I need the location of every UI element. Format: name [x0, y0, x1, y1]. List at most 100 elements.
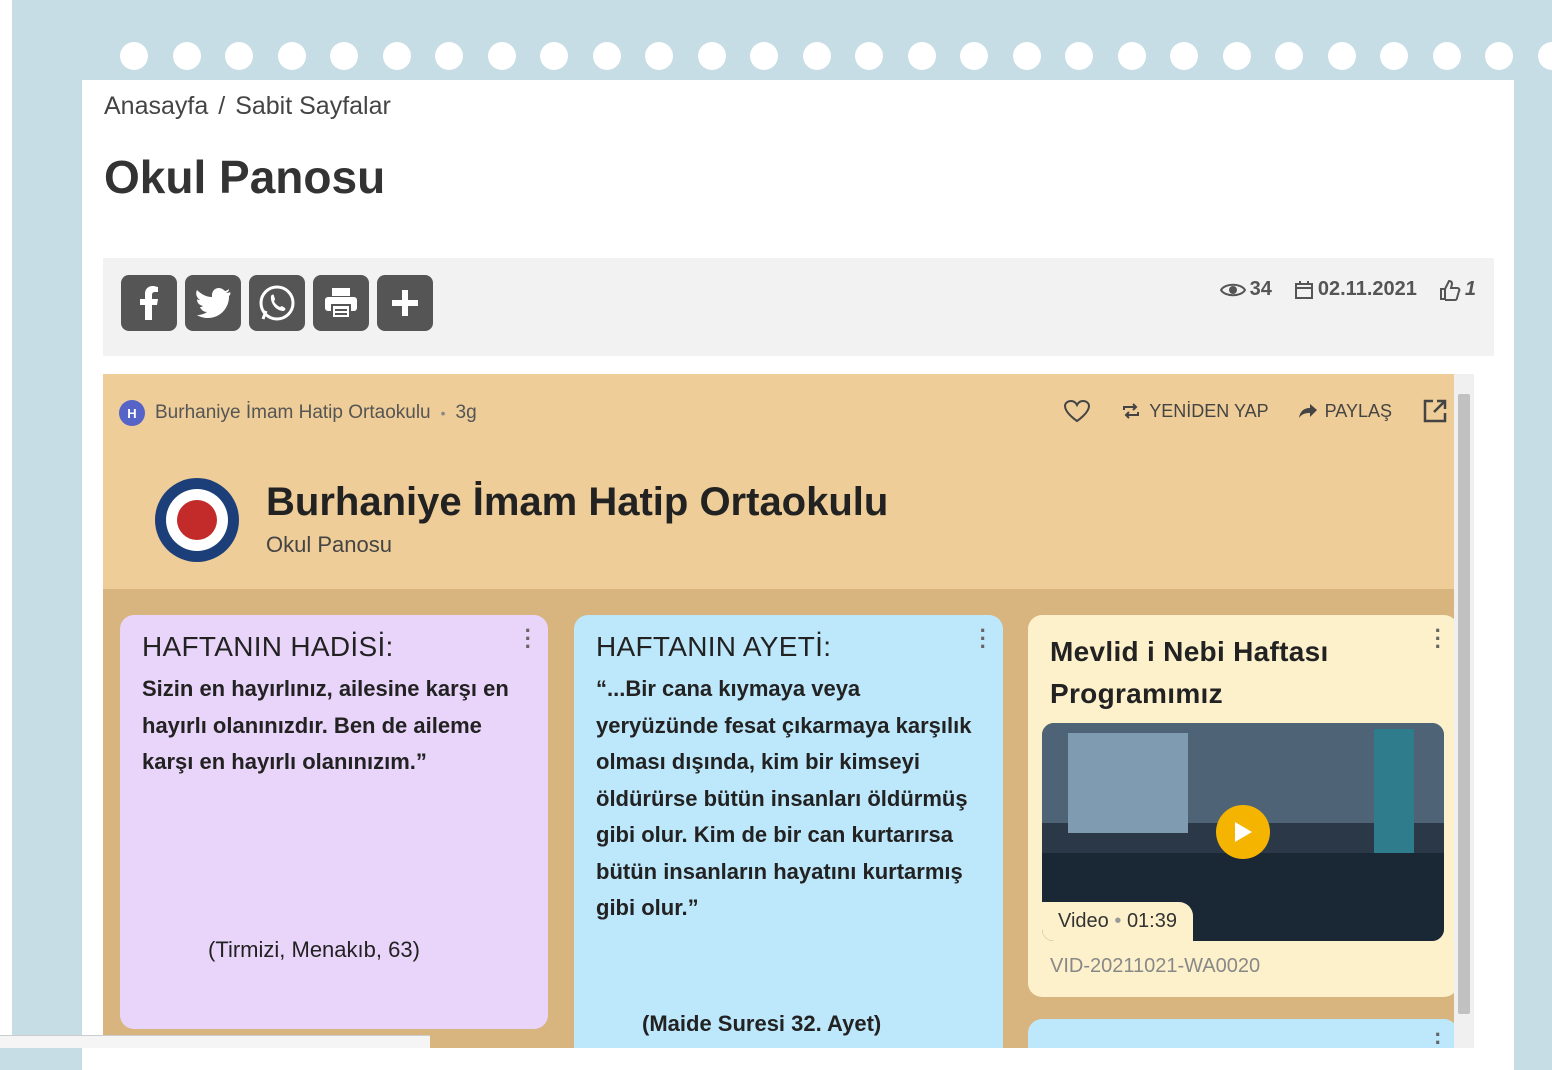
card-source: (Maide Suresi 32. Ayet)	[642, 1011, 881, 1037]
eye-icon	[1220, 281, 1246, 299]
twitter-share-button[interactable]	[185, 275, 241, 331]
torn-hole	[698, 42, 726, 70]
page-title: Okul Panosu	[104, 150, 385, 204]
repeat-icon	[1121, 402, 1141, 420]
torn-hole	[803, 42, 831, 70]
plus-icon	[390, 288, 420, 318]
padlet-embed: H Burhaniye İmam Hatip Ortaokulu • 3g YE…	[103, 374, 1474, 1048]
torn-hole	[225, 42, 253, 70]
scrollbar-thumb[interactable]	[1458, 394, 1470, 1014]
view-count: 34	[1250, 278, 1272, 301]
padlet-header: H Burhaniye İmam Hatip Ortaokulu • 3g YE…	[103, 374, 1474, 589]
torn-hole	[750, 42, 778, 70]
video-info: Video • 01:39	[1042, 902, 1193, 941]
video-filename: VID-20211021-WA0020	[1050, 955, 1260, 978]
more-options-icon[interactable]: ···	[1435, 1031, 1442, 1048]
share-arrow-icon	[1299, 404, 1317, 418]
padlet-title: Burhaniye İmam Hatip Ortaokulu	[266, 480, 888, 525]
torn-hole	[435, 42, 463, 70]
torn-hole	[488, 42, 516, 70]
torn-hole	[383, 42, 411, 70]
card-source: (Tirmizi, Menakıb, 63)	[208, 937, 420, 963]
more-options-icon[interactable]: ···	[980, 627, 987, 651]
padlet-subtitle: Okul Panosu	[266, 532, 392, 558]
torn-hole	[908, 42, 936, 70]
torn-hole	[330, 42, 358, 70]
torn-hole	[278, 42, 306, 70]
card-title: HAFTANIN AYETİ:	[596, 631, 981, 663]
whatsapp-share-button[interactable]	[249, 275, 305, 331]
breadcrumb: Anasayfa / Sabit Sayfalar	[104, 92, 401, 121]
remake-button[interactable]: YENİDEN YAP	[1121, 401, 1268, 422]
school-logo	[155, 478, 239, 562]
play-icon	[1232, 820, 1254, 844]
card-body: Sizin en hayırlınız, ailesine karşı en h…	[142, 671, 526, 781]
torn-hole	[1013, 42, 1041, 70]
torn-hole	[173, 42, 201, 70]
post-date: 02.11.2021	[1318, 278, 1417, 301]
author-avatar[interactable]: H	[119, 400, 145, 426]
separator-dot: •	[441, 405, 446, 421]
like-button[interactable]: 1	[1439, 278, 1476, 301]
torn-hole	[1118, 42, 1146, 70]
share-button[interactable]: PAYLAŞ	[1299, 401, 1392, 422]
post-card-ayet[interactable]: ··· HAFTANIN AYETİ: “...Bir cana kıymaya…	[574, 615, 1003, 1048]
more-options-icon[interactable]: ···	[1435, 627, 1442, 651]
open-external-button[interactable]	[1422, 398, 1448, 424]
torn-hole	[1380, 42, 1408, 70]
post-age: 3g	[456, 402, 477, 424]
play-button[interactable]	[1216, 805, 1270, 859]
print-button[interactable]	[313, 275, 369, 331]
browser-status-bar	[0, 1035, 430, 1048]
external-link-icon	[1422, 398, 1448, 424]
more-options-icon[interactable]: ···	[525, 627, 532, 651]
torn-hole	[593, 42, 621, 70]
twitter-icon	[195, 288, 231, 318]
torn-hole	[960, 42, 988, 70]
breadcrumb-separator: /	[218, 92, 225, 120]
video-duration: 01:39	[1127, 910, 1177, 932]
post-card-next[interactable]: ···	[1028, 1019, 1458, 1048]
video-frame-screen	[1068, 733, 1188, 833]
share-bar: 34 02.11.2021 1	[103, 258, 1494, 356]
torn-hole	[1538, 42, 1552, 70]
calendar-icon	[1294, 280, 1314, 300]
torn-hole	[645, 42, 673, 70]
post-card-mevlid[interactable]: ··· Mevlid i Nebi Haftası Programımız Vi…	[1028, 615, 1458, 997]
torn-hole	[1485, 42, 1513, 70]
padlet-author-row: H Burhaniye İmam Hatip Ortaokulu • 3g	[119, 400, 477, 426]
padlet-scrollbar[interactable]	[1454, 374, 1474, 1048]
card-body: “...Bir cana kıymaya veya yeryüzünde fes…	[596, 671, 981, 927]
like-count: 1	[1465, 278, 1476, 301]
facebook-icon	[134, 286, 164, 320]
card-title: Mevlid i Nebi Haftası Programımız	[1050, 631, 1390, 715]
breadcrumb-home[interactable]: Anasayfa	[104, 92, 208, 120]
breadcrumb-current[interactable]: Sabit Sayfalar	[235, 92, 391, 120]
post-card-hadis[interactable]: ··· HAFTANIN HADİSİ: Sizin en hayırlınız…	[120, 615, 548, 1029]
more-share-button[interactable]	[377, 275, 433, 331]
torn-paper-edge	[82, 28, 1514, 80]
card-title: HAFTANIN HADİSİ:	[142, 631, 526, 663]
video-type: Video	[1058, 910, 1109, 932]
torn-hole	[540, 42, 568, 70]
torn-hole	[120, 42, 148, 70]
whatsapp-icon	[257, 283, 297, 323]
print-icon	[323, 286, 359, 320]
thumbs-up-icon	[1439, 279, 1461, 301]
video-thumbnail[interactable]: Video • 01:39	[1042, 723, 1444, 941]
author-name[interactable]: Burhaniye İmam Hatip Ortaokulu	[155, 402, 431, 424]
torn-hole	[1433, 42, 1461, 70]
page-left-edge	[0, 0, 12, 1048]
torn-hole	[1065, 42, 1093, 70]
post-meta: 34 02.11.2021 1	[1220, 278, 1476, 301]
share-label: PAYLAŞ	[1325, 401, 1392, 422]
torn-hole	[855, 42, 883, 70]
facebook-share-button[interactable]	[121, 275, 177, 331]
heart-icon	[1063, 399, 1091, 423]
heart-button[interactable]	[1063, 399, 1091, 423]
torn-hole	[1328, 42, 1356, 70]
remake-label: YENİDEN YAP	[1149, 401, 1268, 422]
torn-hole	[1170, 42, 1198, 70]
padlet-actions: YENİDEN YAP PAYLAŞ	[1063, 398, 1448, 424]
torn-hole	[1223, 42, 1251, 70]
